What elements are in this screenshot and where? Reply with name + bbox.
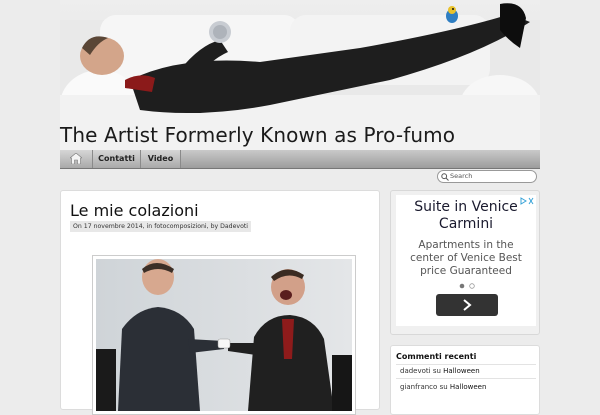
- comment-post-link[interactable]: Halloween: [450, 383, 487, 391]
- divider: [396, 364, 536, 365]
- nav-home[interactable]: [60, 150, 93, 168]
- comment-author[interactable]: gianfranco: [400, 383, 437, 391]
- divider: [396, 378, 536, 379]
- nav-item-video[interactable]: Video: [141, 150, 181, 168]
- post-article: Le mie colazioni On 17 novembre 2014, in…: [60, 190, 380, 415]
- nav-item-contatti[interactable]: Contatti: [93, 150, 141, 168]
- comment-on: su: [439, 383, 448, 391]
- carousel-dots-icon[interactable]: [459, 283, 475, 289]
- main-navigation: Contatti Video: [60, 150, 540, 169]
- chevron-right-icon: [463, 299, 472, 311]
- ad-body: Apartments in the center of Venice Best …: [410, 239, 522, 277]
- comment-item: dadevoti su Halloween: [400, 367, 480, 375]
- ad-content[interactable]: Suite in Venice Carmini Apartments in th…: [396, 195, 536, 326]
- recent-comments-widget: Commenti recenti dadevoti su Halloween g…: [390, 345, 540, 415]
- comment-on: su: [432, 367, 441, 375]
- widget-title: Commenti recenti: [396, 352, 477, 361]
- post-title[interactable]: Le mie colazioni: [70, 201, 199, 220]
- ad-next-button[interactable]: [436, 294, 498, 316]
- search-placeholder: Search: [450, 172, 473, 180]
- post-image[interactable]: [92, 255, 356, 415]
- search-icon: [441, 173, 449, 181]
- post-photo: [96, 259, 352, 411]
- post-meta: On 17 novembre 2014, in fotocomposizioni…: [70, 221, 252, 232]
- comment-item: gianfranco su Halloween: [400, 383, 486, 391]
- search-input[interactable]: Search: [437, 170, 537, 183]
- comment-post-link[interactable]: Halloween: [443, 367, 480, 375]
- comment-author[interactable]: dadevoti: [400, 367, 431, 375]
- ad-title[interactable]: Suite in Venice Carmini: [396, 199, 536, 233]
- ad-widget: Suite in Venice Carmini Apartments in th…: [390, 190, 540, 335]
- site-title[interactable]: The Artist Formerly Known as Pro-fumo: [60, 123, 455, 147]
- home-icon: [69, 152, 83, 165]
